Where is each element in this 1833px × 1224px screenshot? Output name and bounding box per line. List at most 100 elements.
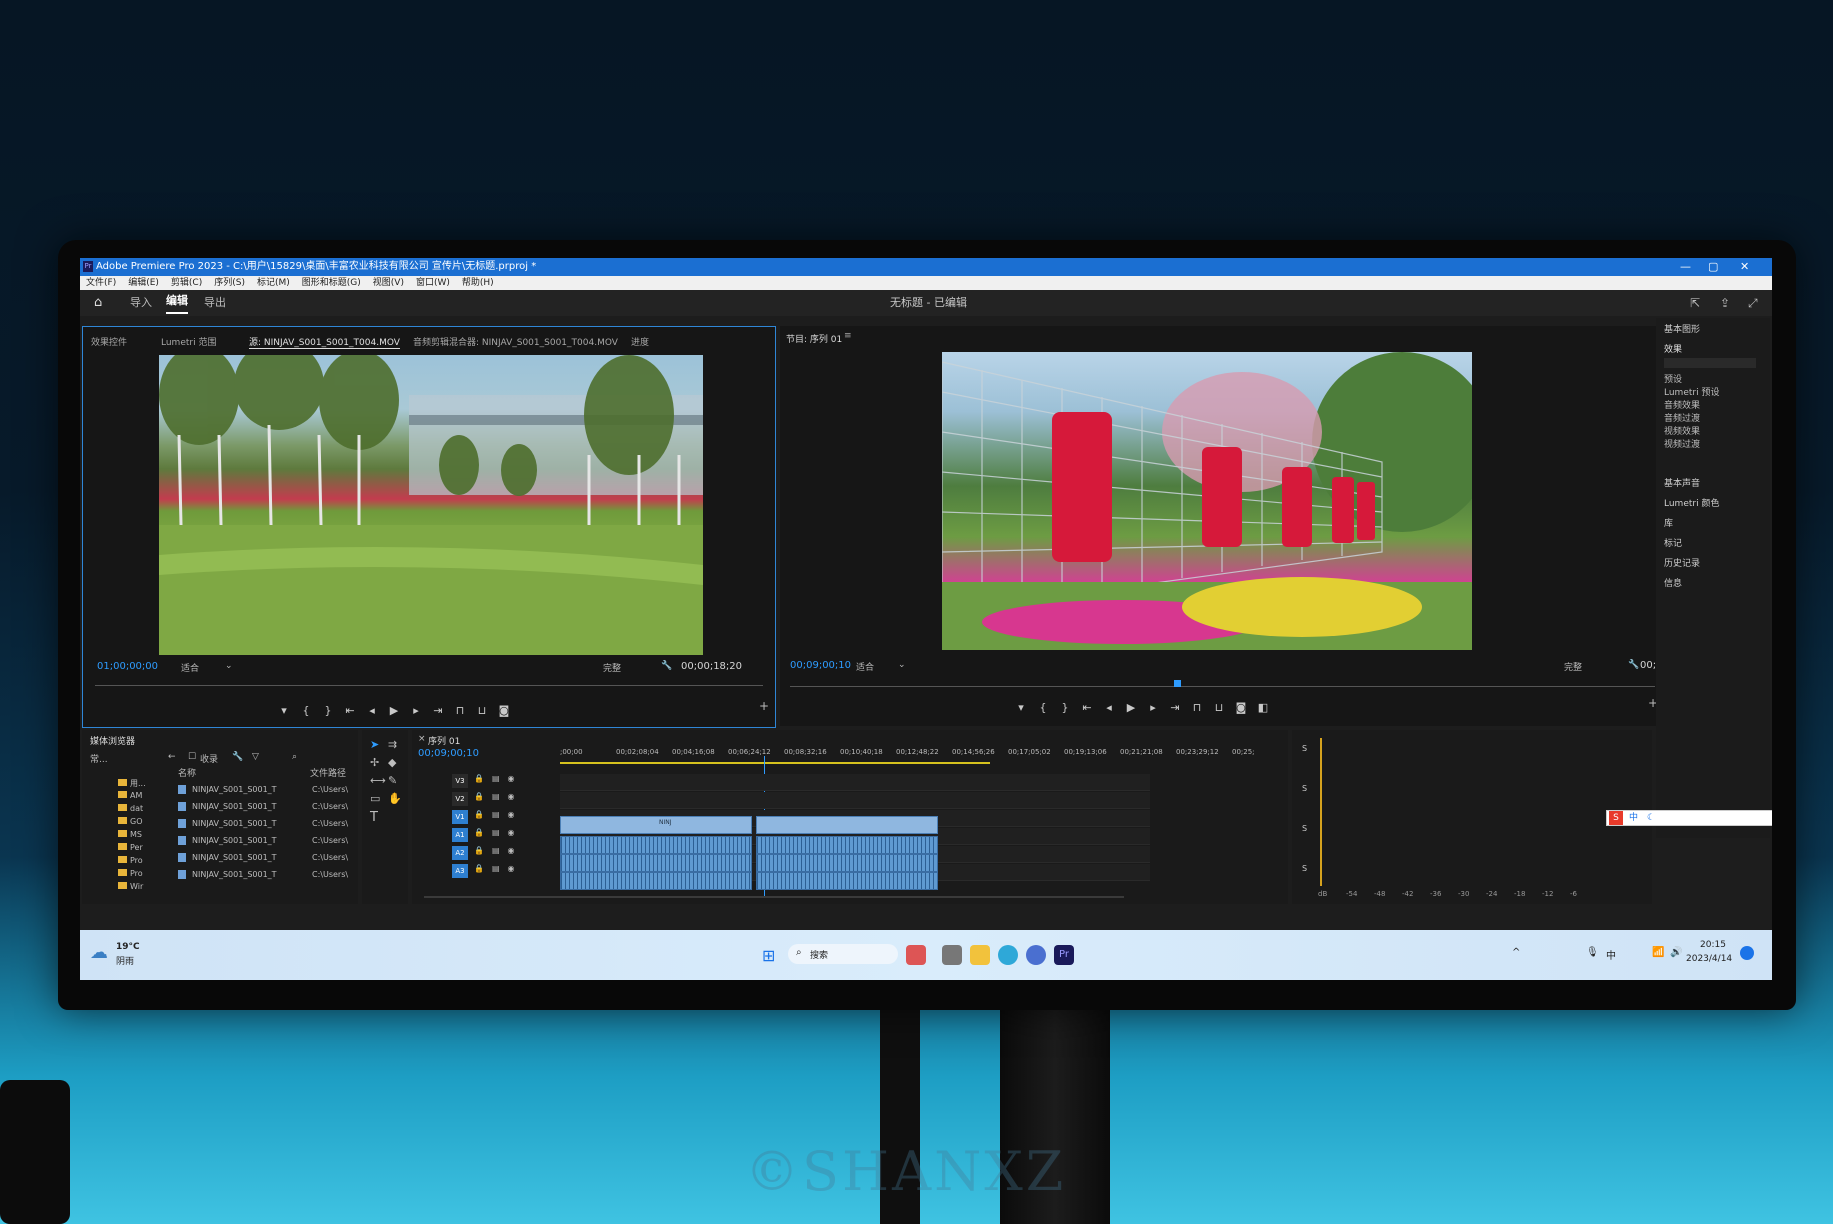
audio-clip[interactable] [756, 872, 938, 890]
solo-button[interactable]: S [1302, 864, 1307, 873]
tab-export[interactable]: 导出 [204, 290, 226, 316]
menu-graphics[interactable]: 图形和标题(G) [302, 278, 361, 288]
maximize-button[interactable]: ▢ [1708, 258, 1718, 276]
section-info[interactable]: 信息 [1664, 576, 1682, 589]
add-button-icon[interactable]: + [759, 699, 769, 713]
lock-icon[interactable]: 🔒 [474, 828, 484, 837]
effects-item-presets[interactable]: 预设 [1664, 372, 1682, 385]
file-explorer-icon[interactable] [970, 945, 990, 965]
sync-icon[interactable]: ▤ [492, 828, 500, 837]
file-row[interactable]: NINJAV_S001_S001_T C:\Users\ [178, 782, 348, 797]
lift-icon[interactable]: ⊓ [1186, 701, 1208, 714]
work-area-bar[interactable] [560, 762, 990, 764]
slip-tool-icon[interactable]: ⟷ [370, 774, 386, 787]
taskbar-search[interactable]: ⌕ 搜索 [788, 944, 898, 964]
go-to-out-icon[interactable]: ⇥ [1164, 701, 1186, 714]
audio-clip[interactable] [756, 836, 938, 854]
video-clip[interactable]: NINJ [560, 816, 752, 834]
quick-export-icon[interactable]: ⇱ [1690, 290, 1700, 316]
tab-edit[interactable]: 编辑 [166, 290, 188, 314]
task-view-icon[interactable] [942, 945, 962, 965]
tab-lumetri-scopes[interactable]: Lumetri 范围 [161, 335, 216, 348]
tray-chevron-icon[interactable]: ^ [1512, 947, 1520, 958]
menu-window[interactable]: 窗口(W) [416, 278, 450, 288]
menu-marker[interactable]: 标记(M) [257, 278, 290, 288]
export-frame-icon[interactable]: ◙ [1230, 701, 1252, 714]
effects-item-video-transitions[interactable]: 视频过渡 [1664, 437, 1700, 450]
lock-icon[interactable]: 🔒 [474, 864, 484, 873]
rectangle-tool-icon[interactable]: ▭ [370, 792, 380, 805]
sync-icon[interactable]: ▤ [492, 774, 500, 783]
effects-title[interactable]: 效果 [1664, 342, 1682, 355]
lock-icon[interactable]: 🔒 [474, 846, 484, 855]
wifi-icon[interactable]: 📶 [1652, 947, 1664, 958]
eye-icon[interactable]: ◉ [508, 810, 515, 819]
export-frame-icon[interactable]: ◙ [493, 704, 515, 717]
search-icon[interactable]: ⌕ [292, 752, 297, 762]
fullscreen-icon[interactable]: ⤢ [1748, 290, 1758, 316]
section-markers[interactable]: 标记 [1664, 536, 1682, 549]
menu-sequence[interactable]: 序列(S) [214, 278, 245, 288]
column-name-header[interactable]: 名称 [178, 766, 196, 779]
wrench-icon[interactable]: 🔧 [1628, 660, 1639, 670]
wrench-icon[interactable]: 🔧 [661, 661, 672, 671]
section-essential-sound[interactable]: 基本声音 [1664, 476, 1700, 489]
menu-help[interactable]: 帮助(H) [462, 278, 494, 288]
tab-sequence-01[interactable]: 序列 01 [428, 734, 460, 747]
program-fit-dropdown[interactable]: 适合 [856, 660, 874, 673]
menu-file[interactable]: 文件(F) [86, 278, 116, 288]
effects-item-audio-transitions[interactable]: 音频过渡 [1664, 411, 1700, 424]
folder-item[interactable]: Pro [118, 856, 143, 865]
home-icon[interactable]: ⌂ [94, 290, 102, 316]
clock-time[interactable]: 20:15 [1700, 940, 1726, 950]
close-icon[interactable]: × [418, 734, 426, 744]
share-icon[interactable]: ⇪ [1720, 290, 1730, 316]
section-history[interactable]: 历史记录 [1664, 556, 1700, 569]
add-marker-icon[interactable]: ▾ [1010, 701, 1032, 714]
chevron-down-icon[interactable]: ⌄ [898, 660, 906, 670]
source-scrubber[interactable] [95, 685, 763, 686]
solo-button[interactable]: S [1302, 784, 1307, 793]
pen-tool-icon[interactable]: ✎ [388, 774, 397, 787]
track-lane[interactable] [560, 774, 1150, 791]
back-icon[interactable]: ← [168, 752, 176, 762]
folder-item[interactable]: Pro [118, 869, 143, 878]
folder-item[interactable]: Wir [118, 882, 143, 891]
track-target-audio[interactable]: A1 [452, 828, 468, 842]
media-browser-title[interactable]: 媒体浏览器 [90, 734, 135, 747]
track-lane[interactable] [560, 792, 1150, 809]
menu-edit[interactable]: 编辑(E) [128, 278, 159, 288]
track-target-audio[interactable]: A2 [452, 846, 468, 860]
audio-clip[interactable] [560, 836, 752, 854]
notification-icon[interactable] [1740, 946, 1754, 960]
comparison-view-icon[interactable]: ◧ [1252, 701, 1274, 714]
lock-icon[interactable]: 🔒 [474, 774, 484, 783]
step-back-icon[interactable]: ◂ [361, 704, 383, 717]
eye-icon[interactable]: ◉ [508, 828, 515, 837]
menu-clip[interactable]: 剪辑(C) [171, 278, 202, 288]
ime-language-toggle[interactable]: 中 [1629, 811, 1638, 825]
eye-icon[interactable]: ◉ [508, 846, 515, 855]
razor-tool-icon[interactable]: ◆ [388, 756, 396, 769]
microphone-icon[interactable]: 🎙 [1586, 947, 1599, 958]
go-to-out-icon[interactable]: ⇥ [427, 704, 449, 717]
chevron-down-icon[interactable]: ⌄ [225, 661, 233, 671]
go-to-in-icon[interactable]: ⇤ [1076, 701, 1098, 714]
step-forward-icon[interactable]: ▸ [405, 704, 427, 717]
volume-icon[interactable]: 🔊 [1670, 947, 1682, 958]
folder-item[interactable]: dat [118, 804, 143, 813]
program-quality-dropdown[interactable]: 完整 [1564, 660, 1582, 673]
selection-tool-icon[interactable]: ➤ [370, 738, 379, 751]
program-playhead[interactable] [1174, 680, 1181, 687]
lock-icon[interactable]: 🔒 [474, 810, 484, 819]
play-icon[interactable]: ▶ [1120, 701, 1142, 714]
tab-audio-clip-mixer[interactable]: 音频剪辑混合器: NINJAV_S001_S001_T004.MOV [413, 335, 618, 348]
play-icon[interactable]: ▶ [383, 704, 405, 717]
extract-icon[interactable]: ⊔ [1208, 701, 1230, 714]
minimize-button[interactable]: — [1680, 258, 1691, 276]
weather-icon[interactable]: ☁ [90, 942, 108, 963]
program-scrubber[interactable] [790, 686, 1655, 687]
moon-icon[interactable]: ☾ [1647, 811, 1655, 825]
close-button[interactable]: ✕ [1740, 258, 1749, 276]
tab-effect-controls[interactable]: 效果控件 [91, 335, 127, 348]
